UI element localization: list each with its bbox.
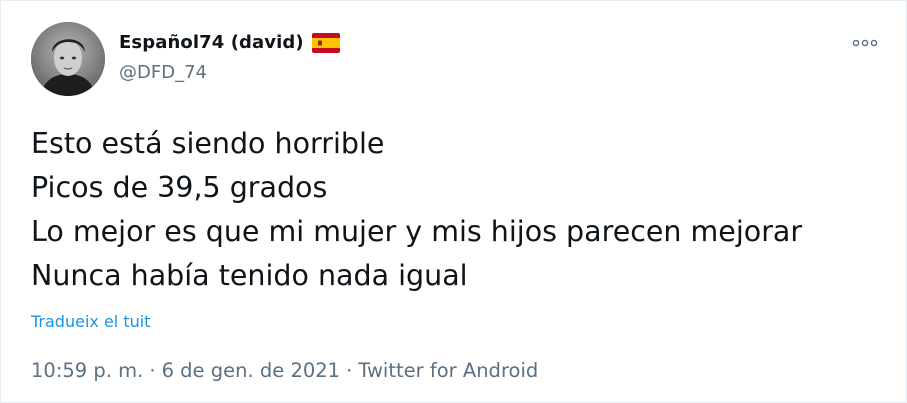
tweet-line: Picos de 39,5 grados (31, 171, 328, 204)
profile-photo (31, 22, 105, 96)
tweet-text: Esto está siendo horrible Picos de 39,5 … (31, 122, 802, 298)
avatar[interactable] (31, 22, 105, 96)
tweet-time[interactable]: 10:59 p. m. (31, 359, 143, 382)
tweet-line: Esto está siendo horrible (31, 127, 385, 160)
more-options-icon[interactable] (850, 35, 880, 51)
tweet-source[interactable]: Twitter for Android (358, 359, 538, 382)
meta-separator: · (149, 359, 156, 382)
display-name[interactable]: Español74 (david) (119, 32, 304, 53)
meta-separator: · (346, 359, 353, 382)
spain-flag-icon (311, 32, 340, 53)
tweet-metadata: 10:59 p. m. · 6 de gen. de 2021 · Twitter fo… (31, 359, 538, 382)
tweet-line: Nunca había tenido nada igual (31, 259, 468, 292)
user-handle[interactable]: @DFD_74 (119, 62, 207, 83)
tweet-line: Lo mejor es que mi mujer y mis hijos par… (31, 215, 803, 248)
tweet-card: Español74 (david) @DFD_74 Esto está sien… (0, 0, 907, 403)
tweet-date[interactable]: 6 de gen. de 2021 (162, 359, 341, 382)
translate-tweet-link[interactable]: Tradueix el tuit (31, 312, 150, 331)
user-name-row: Español74 (david) (119, 32, 340, 53)
